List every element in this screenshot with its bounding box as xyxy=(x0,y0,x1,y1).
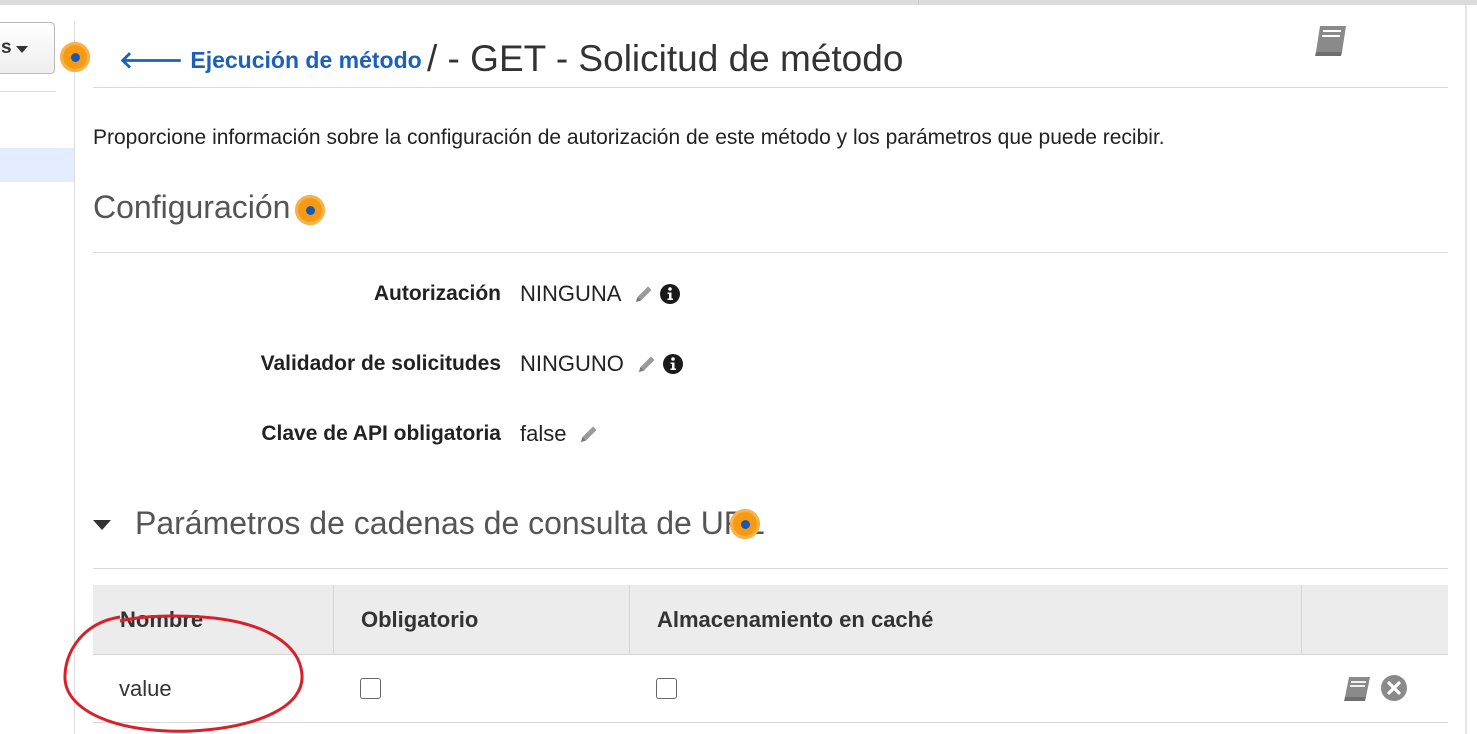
api-key-required-value: false xyxy=(520,421,567,446)
sidebar-divider xyxy=(0,91,56,92)
query-params-divider xyxy=(93,568,1448,569)
collapse-caret-icon[interactable] xyxy=(93,520,111,530)
intro-text: Proporcione información sobre la configu… xyxy=(93,126,1165,149)
remove-icon[interactable] xyxy=(1380,674,1408,702)
info-dot-icon[interactable] xyxy=(295,195,325,225)
api-key-required-label: Clave de API obligatoria xyxy=(261,422,501,445)
required-checkbox[interactable] xyxy=(360,678,381,699)
caching-checkbox[interactable] xyxy=(656,678,677,699)
caching-cell xyxy=(656,655,677,722)
param-name: value xyxy=(119,675,172,701)
column-header-actions xyxy=(1302,585,1448,654)
pencil-icon[interactable] xyxy=(578,423,600,445)
page-title: / - GET - Solicitud de método xyxy=(427,38,904,79)
request-validator-label: Validador de solicitudes xyxy=(260,352,501,375)
settings-divider xyxy=(93,252,1448,253)
request-validator-value-row: NINGUNO xyxy=(520,351,684,377)
sidebar-border xyxy=(74,22,75,734)
book-icon[interactable] xyxy=(1342,675,1372,703)
actions-dropdown-button[interactable]: s xyxy=(0,22,55,74)
column-header-required: Obligatorio xyxy=(334,585,630,654)
authorization-label: Autorización xyxy=(373,282,501,305)
sidebar-selected-item[interactable] xyxy=(0,148,74,182)
settings-section-title: Configuración xyxy=(93,189,291,225)
required-cell xyxy=(360,655,381,722)
sidebar xyxy=(0,5,74,734)
book-icon[interactable] xyxy=(1312,24,1350,58)
authorization-value-row: NINGUNA xyxy=(520,281,681,307)
info-icon[interactable] xyxy=(662,353,684,375)
column-header-caching: Almacenamiento en caché xyxy=(630,585,1302,654)
query-params-section-title[interactable]: Parámetros de cadenas de consulta de URL xyxy=(135,505,765,542)
caret-down-icon xyxy=(15,45,28,53)
table-row: value xyxy=(93,655,1448,723)
pencil-icon[interactable] xyxy=(636,353,658,375)
header-divider xyxy=(93,87,1448,88)
column-header-name: Nombre xyxy=(93,585,334,654)
request-validator-value: NINGUNO xyxy=(520,351,624,376)
authorization-value: NINGUNA xyxy=(520,281,622,306)
top-strip-divider xyxy=(918,0,919,5)
api-gateway-method-request-page: s 🡐 Ejecución de método / - GET - Solici… xyxy=(0,0,1477,734)
api-key-required-value-row: false xyxy=(520,421,600,447)
back-to-method-execution-link[interactable]: 🡐 Ejecución de método xyxy=(119,44,422,76)
back-link-label: Ejecución de método xyxy=(190,46,422,73)
scrollbar-edge xyxy=(1465,5,1467,734)
info-icon[interactable] xyxy=(659,283,681,305)
info-dot-icon[interactable] xyxy=(60,42,90,72)
top-strip xyxy=(0,0,1477,5)
arrow-left-icon: 🡐 xyxy=(119,47,184,74)
pencil-icon[interactable] xyxy=(633,283,655,305)
info-dot-icon[interactable] xyxy=(730,509,760,539)
actions-dropdown-label: s xyxy=(1,37,12,58)
table-header: Nombre Obligatorio Almacenamiento en cac… xyxy=(93,585,1448,655)
